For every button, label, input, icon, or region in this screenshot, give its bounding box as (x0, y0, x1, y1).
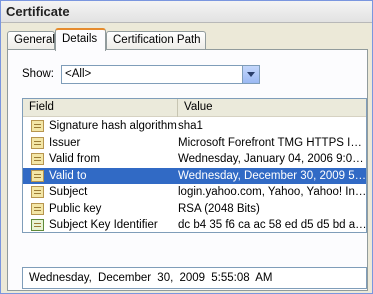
list-item[interactable]: Signature hash algorithm sha1 (23, 118, 366, 135)
field-name: Subject Key Identifier (49, 219, 158, 231)
field-name: Valid from (49, 153, 100, 165)
list-item[interactable]: Issuer Microsoft Forefront TMG HTTPS Ins… (23, 135, 367, 152)
field-name: Valid to (49, 169, 87, 182)
field-detail-text: Wednesday, December 30, 2009 5:55:08 AM (29, 272, 273, 284)
field-value: Microsoft Forefront TMG HTTPS Insp... (178, 136, 367, 149)
certificate-dialog: Certificate General Details Certificatio… (0, 0, 373, 294)
certificate-field-icon (31, 153, 44, 165)
fields-list[interactable]: Field Value Signature hash algorithm sha… (22, 98, 367, 233)
field-value: dc b4 35 f6 ca ac 58 ed d5 d5 bd aa ... (178, 219, 367, 231)
list-item[interactable]: Public key RSA (2048 Bits) (23, 201, 366, 218)
certificate-field-icon (31, 120, 44, 132)
tab-details[interactable]: Details (55, 28, 106, 51)
tab-certification-path[interactable]: Certification Path (106, 31, 206, 50)
certificate-field-icon (31, 186, 44, 198)
chevron-down-icon[interactable] (242, 66, 259, 83)
field-name: Subject (49, 186, 88, 198)
show-label: Show: (22, 68, 54, 80)
window-title: Certificate (6, 4, 70, 19)
list-rows: Signature hash algorithm sha1 Issuer Mic… (23, 118, 367, 232)
field-value: sha1 (178, 120, 203, 132)
list-item-selected[interactable]: Valid to Wednesday, December 30, 2009 5:… (23, 167, 367, 184)
show-dropdown-value: <All> (65, 68, 92, 80)
field-value: login.yahoo.com, Yahoo, Yahoo! Inc... (178, 186, 367, 198)
field-name: Issuer (49, 136, 81, 149)
list-header: Field Value (23, 99, 366, 117)
field-value: RSA (2048 Bits) (178, 202, 260, 215)
certificate-field-icon (31, 202, 44, 215)
field-value: Wednesday, January 04, 2006 9:09... (178, 153, 367, 165)
field-name: Public key (49, 202, 102, 215)
details-panel: Show: <All> Field Value Signature hash a… (7, 49, 368, 291)
key-field-icon (31, 219, 44, 231)
field-value: Wednesday, December 30, 2009 5:5... (178, 169, 367, 182)
tab-general[interactable]: General (7, 31, 55, 50)
column-header-field[interactable]: Field (23, 99, 178, 117)
list-item[interactable]: Valid from Wednesday, January 04, 2006 9… (23, 151, 367, 168)
field-name: Signature hash algorithm (49, 120, 177, 132)
show-dropdown[interactable]: <All> (61, 65, 260, 84)
field-detail-textbox[interactable]: Wednesday, December 30, 2009 5:55:08 AM (22, 267, 367, 289)
title-bar[interactable]: Certificate (1, 1, 372, 23)
list-item[interactable]: Subject Key Identifier dc b4 35 f6 ca ac… (23, 217, 367, 232)
column-header-value[interactable]: Value (178, 99, 366, 117)
certificate-field-icon (31, 136, 44, 149)
list-item[interactable]: Subject login.yahoo.com, Yahoo, Yahoo! I… (23, 184, 367, 201)
certificate-field-icon (31, 169, 44, 182)
